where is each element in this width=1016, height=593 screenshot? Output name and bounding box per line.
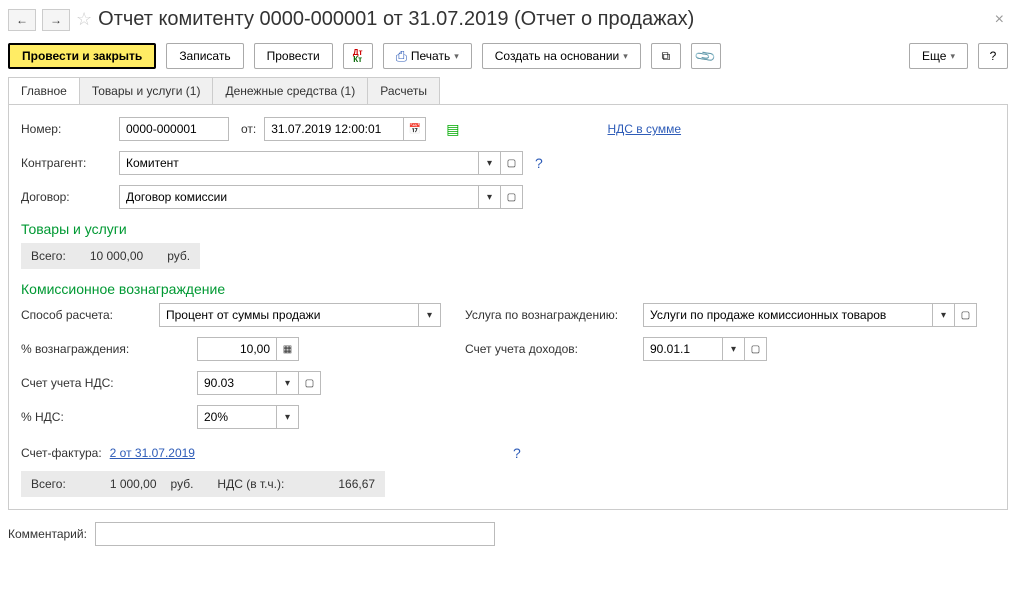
goods-currency: руб. xyxy=(167,249,190,263)
counterparty-dropdown[interactable]: ▾ xyxy=(479,151,501,175)
method-dropdown[interactable]: ▾ xyxy=(419,303,441,327)
service-label: Услуга по вознаграждению: xyxy=(465,308,635,322)
income-account-label: Счет учета доходов: xyxy=(465,342,635,356)
number-label: Номер: xyxy=(21,122,111,136)
nav-back-button[interactable]: ← xyxy=(8,9,36,31)
help-button[interactable]: ? xyxy=(978,43,1008,69)
method-input[interactable] xyxy=(159,303,419,327)
percent-calc[interactable]: ▦ xyxy=(277,337,299,361)
printer-icon: ⎙ xyxy=(396,48,407,65)
page-title: Отчет комитенту 0000-000001 от 31.07.201… xyxy=(98,8,985,31)
number-input[interactable] xyxy=(119,117,229,141)
comm-total-value: 1 000,00 xyxy=(110,477,157,491)
vat-incl-label: НДС (в т.ч.): xyxy=(217,477,284,491)
method-label: Способ расчета: xyxy=(21,308,151,322)
create-based-button[interactable]: Создать на основании ▾ xyxy=(482,43,641,69)
help-icon[interactable]: ? xyxy=(513,445,521,461)
help-icon[interactable]: ? xyxy=(535,155,543,171)
goods-total-value: 10 000,00 xyxy=(90,249,143,263)
write-button[interactable]: Записать xyxy=(166,43,243,69)
counterparty-label: Контрагент: xyxy=(21,156,111,170)
print-label: Печать xyxy=(411,49,450,63)
vat-account-label: Счет учета НДС: xyxy=(21,376,151,390)
service-dropdown[interactable]: ▾ xyxy=(933,303,955,327)
counterparty-input[interactable] xyxy=(119,151,479,175)
vat-account-input[interactable] xyxy=(197,371,277,395)
percent-label: % вознаграждения: xyxy=(21,342,151,356)
vat-account-dropdown[interactable]: ▾ xyxy=(277,371,299,395)
paperclip-icon: 📎 xyxy=(694,44,718,68)
from-label: от: xyxy=(241,122,256,136)
tab-cash[interactable]: Денежные средства (1) xyxy=(213,78,368,104)
post-and-close-button[interactable]: Провести и закрыть xyxy=(8,43,156,69)
calendar-button[interactable]: 📅 xyxy=(404,117,426,141)
income-account-open[interactable]: ▢ xyxy=(745,337,767,361)
more-button[interactable]: Еще ▾ xyxy=(909,43,968,69)
create-based-label: Создать на основании xyxy=(495,49,620,63)
vat-mode-link[interactable]: НДС в сумме xyxy=(607,122,681,136)
arrow-right-icon: → xyxy=(50,13,62,27)
related-icon: ⧉ xyxy=(661,49,670,64)
more-label: Еще xyxy=(922,49,946,63)
vat-account-open[interactable]: ▢ xyxy=(299,371,321,395)
goods-total-label: Всего: xyxy=(31,249,66,263)
tab-main[interactable]: Главное xyxy=(9,78,80,104)
dtct-icon: ДтКт xyxy=(353,49,363,63)
tab-calc[interactable]: Расчеты xyxy=(368,78,439,104)
invoice-label: Счет-фактура: xyxy=(21,446,102,460)
contract-input[interactable] xyxy=(119,185,479,209)
counterparty-open[interactable]: ▢ xyxy=(501,151,523,175)
contract-open[interactable]: ▢ xyxy=(501,185,523,209)
approve-icon[interactable]: ▤ xyxy=(446,121,459,138)
income-account-dropdown[interactable]: ▾ xyxy=(723,337,745,361)
invoice-link[interactable]: 2 от 31.07.2019 xyxy=(110,446,195,460)
close-icon[interactable]: × xyxy=(991,11,1008,29)
commission-section-title: Комиссионное вознаграждение xyxy=(21,281,995,297)
dtct-button[interactable]: ДтКт xyxy=(343,43,373,69)
comm-currency: руб. xyxy=(171,477,194,491)
post-button[interactable]: Провести xyxy=(254,43,333,69)
vat-rate-label: % НДС: xyxy=(21,410,151,424)
service-open[interactable]: ▢ xyxy=(955,303,977,327)
service-input[interactable] xyxy=(643,303,933,327)
goods-total-box: Всего: 10 000,00 руб. xyxy=(21,243,200,269)
print-button[interactable]: ⎙ Печать ▾ xyxy=(383,43,472,69)
chevron-down-icon: ▾ xyxy=(454,51,459,62)
vat-incl-value: 166,67 xyxy=(338,477,375,491)
nav-forward-button[interactable]: → xyxy=(42,9,70,31)
chevron-down-icon: ▾ xyxy=(623,51,628,62)
vat-rate-dropdown[interactable]: ▾ xyxy=(277,405,299,429)
goods-section-title: Товары и услуги xyxy=(21,221,995,237)
comm-total-label: Всего: xyxy=(31,477,66,491)
chevron-down-icon: ▾ xyxy=(950,51,955,62)
contract-dropdown[interactable]: ▾ xyxy=(479,185,501,209)
tab-goods[interactable]: Товары и услуги (1) xyxy=(80,78,214,104)
star-icon[interactable]: ☆ xyxy=(76,9,92,30)
commission-total-box: Всего: 1 000,00 руб. НДС (в т.ч.): 166,6… xyxy=(21,471,385,497)
attachments-button[interactable]: 📎 xyxy=(691,43,721,69)
comment-input[interactable] xyxy=(95,522,495,546)
comment-label: Комментарий: xyxy=(8,527,87,541)
vat-rate-input[interactable] xyxy=(197,405,277,429)
arrow-left-icon: ← xyxy=(16,13,28,27)
date-input[interactable] xyxy=(264,117,404,141)
related-button[interactable]: ⧉ xyxy=(651,43,681,69)
income-account-input[interactable] xyxy=(643,337,723,361)
percent-input[interactable] xyxy=(197,337,277,361)
contract-label: Договор: xyxy=(21,190,111,204)
calendar-icon: 📅 xyxy=(409,124,421,135)
